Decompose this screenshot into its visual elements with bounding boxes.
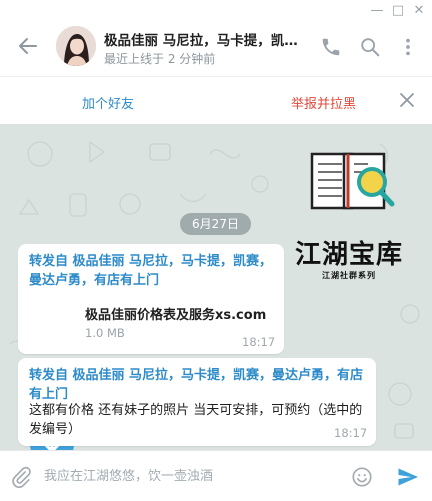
window-close-button[interactable]: ✕ <box>410 2 428 20</box>
jianghu-baoku-logo: 江湖宝库 江湖社群系列 <box>284 148 414 284</box>
emoji-icon[interactable] <box>351 466 373 488</box>
add-contact-button[interactable]: 加个好友 <box>82 93 134 112</box>
maximize-button[interactable]: □ <box>389 2 407 20</box>
chat-area[interactable]: 江湖宝库 江湖社群系列 6月27日 转发自 极品佳丽 马尼拉，马卡提，凯赛，曼达… <box>0 124 432 450</box>
search-icon[interactable] <box>359 36 381 58</box>
chat-header: 极品佳丽 马尼拉，马卡提，凯赛… 最近上线于 2 分钟前 <box>0 22 432 74</box>
window-title-bar: — □ ✕ <box>0 0 432 22</box>
minimize-button[interactable]: — <box>368 2 386 20</box>
close-icon[interactable] <box>398 91 416 109</box>
contact-action-bar: 加个好友 举报并拉黑 <box>0 76 432 124</box>
last-seen-status: 最近上线于 2 分钟前 <box>104 52 216 66</box>
forwarded-from-header[interactable]: 转发自 极品佳丽 马尼拉，马卡提，凯赛，曼达卢勇，有店有上门 <box>29 366 369 404</box>
report-block-button[interactable]: 举报并拉黑 <box>291 93 356 112</box>
more-vertical-icon[interactable] <box>397 36 419 58</box>
message-input-bar <box>0 450 432 501</box>
send-icon[interactable] <box>396 465 420 489</box>
logo-subtitle: 江湖社群系列 <box>322 271 376 280</box>
back-arrow-icon[interactable] <box>16 34 40 58</box>
message-input[interactable] <box>44 463 334 489</box>
phone-icon[interactable] <box>320 36 342 58</box>
chat-title[interactable]: 极品佳丽 马尼拉，马卡提，凯赛… <box>104 29 309 49</box>
avatar[interactable] <box>56 26 96 66</box>
message-text: 这都有价格 还有妹子的照片 当天可安排，可预约（选中的发编号） <box>29 403 363 437</box>
file-name[interactable]: 极品佳丽价格表及服务xs.com <box>85 304 266 323</box>
message-time: 18:17 <box>242 335 276 349</box>
logo-title: 江湖宝库 <box>294 240 403 270</box>
forwarded-from-header[interactable]: 转发自 极品佳丽 马尼拉，马卡提，凯赛，曼达卢勇，有店有上门 <box>29 252 279 290</box>
paperclip-icon[interactable] <box>10 466 32 488</box>
date-badge: 6月27日 <box>180 213 251 235</box>
file-size: 1.0 MB <box>85 326 125 340</box>
message-time: 18:17 <box>334 426 368 440</box>
